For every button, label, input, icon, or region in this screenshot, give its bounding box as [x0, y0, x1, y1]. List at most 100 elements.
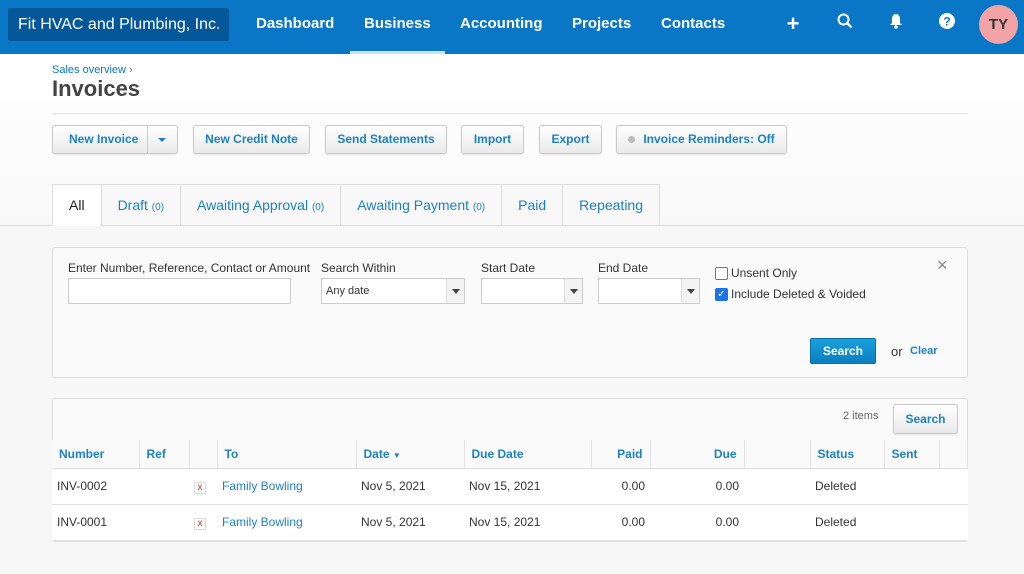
include-deleted-checkbox[interactable]: ✓	[715, 288, 728, 301]
deleted-icon: x	[189, 504, 217, 541]
search-button[interactable]: Search	[810, 338, 876, 364]
col-blank	[744, 440, 811, 469]
nav-accounting[interactable]: Accounting	[446, 0, 557, 54]
blank-cell	[939, 468, 968, 505]
tab-label: Draft	[117, 197, 148, 213]
or-text: or	[891, 344, 903, 359]
invoice-sent	[884, 468, 939, 505]
tab-label: All	[69, 197, 85, 213]
tab-paid[interactable]: Paid	[501, 184, 563, 226]
end-date-label: End Date	[598, 261, 649, 275]
start-date-input[interactable]	[481, 278, 583, 304]
new-credit-note-button[interactable]: New Credit Note	[193, 125, 310, 154]
col-sent[interactable]: Sent	[884, 440, 940, 469]
clear-link[interactable]: Clear	[910, 345, 938, 357]
col-date-label: Date	[363, 446, 390, 461]
results-search-button[interactable]: Search	[893, 404, 958, 434]
bell-icon[interactable]	[884, 12, 908, 36]
tab-draft[interactable]: Draft (0)	[100, 184, 181, 226]
page-title: Invoices	[52, 76, 141, 101]
close-icon[interactable]: ×	[937, 255, 948, 276]
invoice-due: 0.00	[650, 504, 744, 541]
start-date-label: Start Date	[481, 261, 536, 275]
nav-dashboard[interactable]: Dashboard	[242, 0, 348, 54]
send-statements-button[interactable]: Send Statements	[325, 125, 447, 154]
search-within-label: Search Within	[321, 261, 396, 275]
table-row[interactable]: INV-0002 x Family Bowling Nov 5, 2021 Nov 15…	[52, 468, 968, 505]
col-extra	[939, 440, 968, 469]
search-label: Enter Number, Reference, Contact or Amou…	[68, 261, 311, 275]
breadcrumb-separator: ›	[129, 64, 133, 76]
search-within-select[interactable]: Any date	[321, 278, 465, 304]
invoice-number: INV-0001	[52, 504, 139, 541]
new-invoice-button[interactable]: New Invoice	[52, 125, 178, 154]
org-name: Fit HVAC and Plumbing, Inc.	[18, 16, 221, 33]
col-status[interactable]: Status	[810, 440, 885, 469]
col-number[interactable]: Number	[52, 440, 140, 469]
plus-icon[interactable]: +	[781, 12, 805, 36]
export-button[interactable]: Export	[539, 125, 602, 154]
invoice-contact-link[interactable]: Family Bowling	[217, 504, 356, 541]
tab-count: (0)	[311, 202, 325, 213]
invoice-paid: 0.00	[591, 504, 650, 541]
org-switcher[interactable]: Fit HVAC and Plumbing, Inc.	[8, 8, 229, 61]
col-paid[interactable]: Paid	[591, 440, 651, 469]
invoices-table: Number Ref To Date ▼ Due Date Paid Due S…	[52, 440, 968, 541]
nav-projects[interactable]: Projects	[558, 0, 645, 54]
help-icon[interactable]: ?	[935, 12, 959, 36]
invoice-paid: 0.00	[591, 468, 650, 505]
tab-label: Paid	[518, 197, 547, 213]
tab-awaiting-approval[interactable]: Awaiting Approval (0)	[180, 184, 341, 226]
x-icon: x	[194, 517, 206, 530]
new-invoice-dropdown[interactable]	[147, 126, 177, 153]
status-badge: Deleted	[810, 504, 884, 541]
tab-count: (0)	[472, 202, 486, 213]
invoice-contact-link[interactable]: Family Bowling	[217, 468, 356, 505]
deleted-icon: x	[189, 468, 217, 505]
invoice-due: 0.00	[650, 468, 744, 505]
unsent-only-label: Unsent Only	[731, 266, 798, 280]
col-due[interactable]: Due	[650, 440, 745, 469]
divider	[52, 113, 968, 114]
top-nav: Fit HVAC and Plumbing, Inc. Dashboard Bu…	[0, 0, 1024, 61]
table-row[interactable]: INV-0001 x Family Bowling Nov 5, 2021 Nov 15…	[52, 504, 968, 541]
tab-all[interactable]: All	[52, 184, 101, 226]
blank-cell	[744, 504, 810, 541]
col-to[interactable]: To	[217, 440, 357, 469]
breadcrumb: Sales overview ›	[52, 64, 133, 76]
invoice-number: INV-0002	[52, 468, 139, 505]
x-icon: x	[194, 481, 206, 494]
invoice-ref	[139, 504, 189, 541]
unsent-only-checkbox[interactable]	[715, 267, 728, 280]
breadcrumb-sales-overview[interactable]: Sales overview	[52, 64, 126, 76]
dropdown-arrow-icon	[564, 279, 582, 303]
table-header: Number Ref To Date ▼ Due Date Paid Due S…	[52, 440, 968, 469]
tab-repeating[interactable]: Repeating	[562, 184, 660, 226]
invoice-reminders-button[interactable]: Invoice Reminders: Off	[616, 125, 787, 154]
tab-awaiting-payment[interactable]: Awaiting Payment (0)	[340, 184, 502, 226]
invoice-sent	[884, 504, 939, 541]
col-due-date[interactable]: Due Date	[464, 440, 592, 469]
invoice-due-date: Nov 15, 2021	[464, 468, 591, 505]
items-count: 2 items	[843, 410, 879, 422]
invoice-date: Nov 5, 2021	[356, 504, 464, 541]
tab-label: Awaiting Payment	[357, 197, 470, 213]
dropdown-arrow-icon	[681, 279, 699, 303]
col-ref[interactable]: Ref	[139, 440, 190, 469]
end-date-input[interactable]	[598, 278, 700, 304]
blank-cell	[939, 504, 968, 541]
tab-label: Awaiting Approval	[197, 197, 309, 213]
svg-text:?: ?	[943, 15, 950, 29]
import-button[interactable]: Import	[461, 125, 524, 154]
tab-label: Repeating	[579, 197, 643, 213]
nav-business[interactable]: Business	[350, 0, 445, 54]
blank-cell	[744, 468, 810, 505]
invoice-ref	[139, 468, 189, 505]
search-input[interactable]	[68, 278, 291, 304]
nav-contacts[interactable]: Contacts	[647, 0, 739, 54]
col-date[interactable]: Date ▼	[356, 440, 465, 469]
invoice-reminders-label: Invoice Reminders: Off	[643, 132, 775, 146]
search-icon[interactable]	[833, 12, 857, 36]
avatar[interactable]: TY	[979, 5, 1018, 44]
new-invoice-label: New Invoice	[69, 132, 139, 146]
